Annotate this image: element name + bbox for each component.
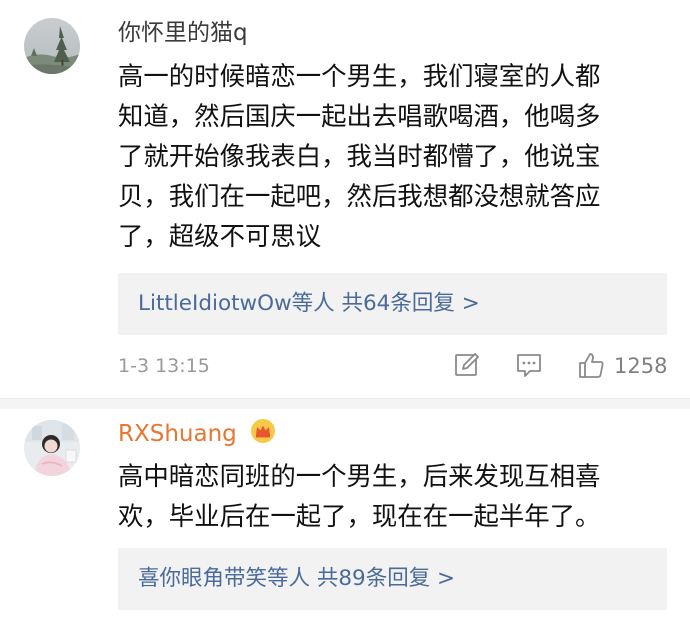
crown-icon xyxy=(251,419,275,443)
comment-line: 高中暗恋同班的一个男生，后来发现互相喜 xyxy=(118,461,601,491)
comment-feed: 你怀里的猫q 高一的时候暗恋一个男生，我们寝室的人都 知道，然后国庆一起出去唱歌… xyxy=(0,0,690,629)
reply-users: 喜你眼角带笑等人 xyxy=(138,566,311,591)
person-avatar-image xyxy=(24,420,80,476)
user-avatar[interactable] xyxy=(24,420,80,476)
username[interactable]: RXShuang xyxy=(118,419,237,449)
comment-line: 欢，毕业后在一起了，现在在一起半年了。 xyxy=(118,501,601,531)
replies-link[interactable]: 喜你眼角带笑等人 共89条回复 > xyxy=(138,564,455,594)
replies-preview[interactable]: 喜你眼角带笑等人 共89条回复 > xyxy=(118,548,667,610)
comment-item: RXShuang 高中暗恋同班的一个男生，后来发现互相喜 欢，毕业后在一起了，现… xyxy=(0,0,690,629)
reply-count: 共89条回复 > xyxy=(316,566,456,591)
comment-body: 高中暗恋同班的一个男生，后来发现互相喜 欢，毕业后在一起了，现在在一起半年了。 xyxy=(118,456,666,536)
